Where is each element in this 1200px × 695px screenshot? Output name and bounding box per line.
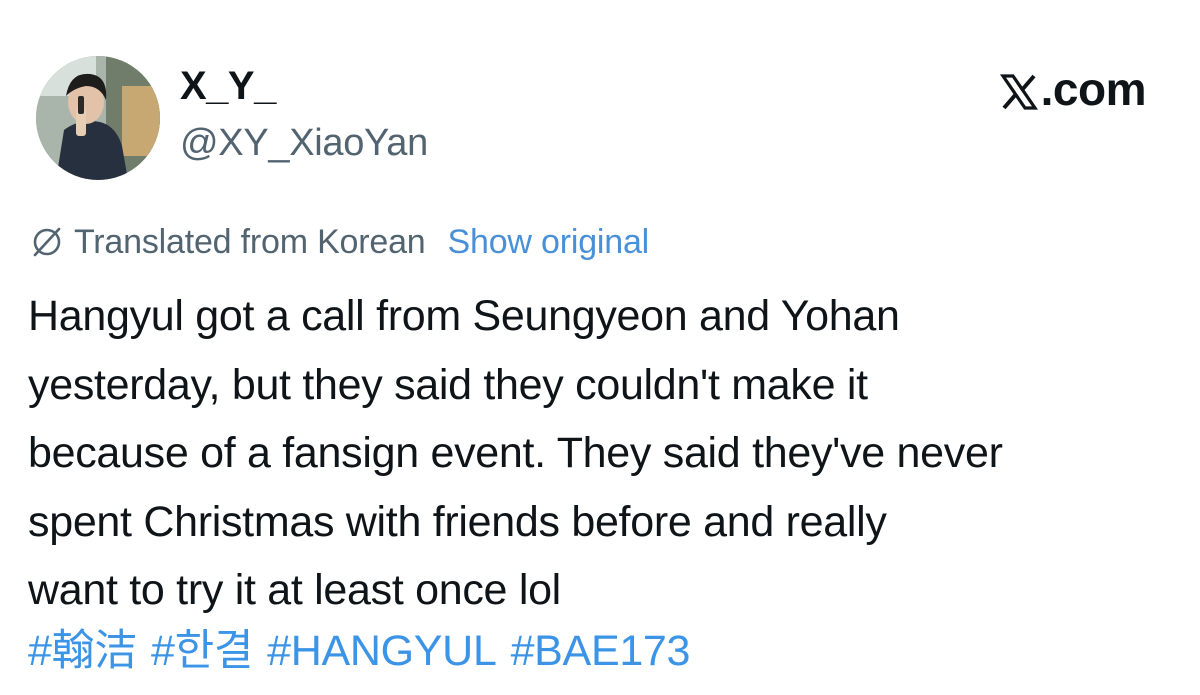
- translation-notice: Translated from Korean Show original: [30, 220, 649, 264]
- globe-slash-icon: [30, 225, 64, 259]
- hashtag-link[interactable]: #BAE173: [511, 627, 691, 675]
- avatar-photo: [36, 56, 160, 180]
- brand-watermark: .com: [999, 62, 1147, 116]
- hashtag-link[interactable]: #한결: [151, 627, 253, 675]
- x-logo-icon: [999, 69, 1039, 110]
- tweet-text: Hangyul got a call from Seungyeon and Yo…: [28, 282, 1188, 625]
- translated-label: Translated from Korean: [74, 223, 426, 261]
- tweet-line: Hangyul got a call from Seungyeon and Yo…: [28, 292, 900, 340]
- tweet-line: because of a fansign event. They said th…: [28, 429, 1003, 477]
- hashtag-link[interactable]: #翰洁: [28, 627, 137, 675]
- tweet-line: spent Christmas with friends before and …: [28, 497, 887, 546]
- author-handle[interactable]: @XY_XiaoYan: [180, 120, 428, 166]
- brand-domain: .com: [1040, 63, 1147, 115]
- tweet-line: want to try it at least once lol: [28, 566, 561, 614]
- hashtag-list: #翰洁 #한결 #HANGYUL #BAE173: [28, 620, 704, 682]
- show-original-link[interactable]: Show original: [448, 220, 650, 264]
- hashtag-link[interactable]: #HANGYUL: [267, 627, 497, 675]
- tweet-line: yesterday, but they said they couldn't m…: [28, 360, 868, 409]
- author-display-name[interactable]: X_Y_: [180, 62, 276, 110]
- avatar[interactable]: [36, 56, 160, 180]
